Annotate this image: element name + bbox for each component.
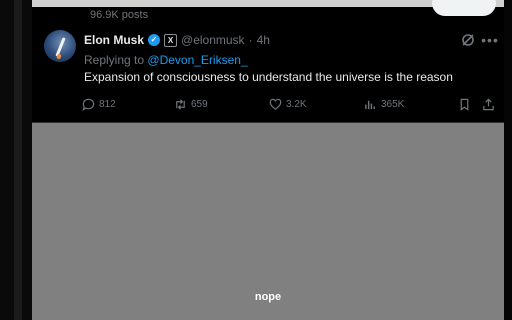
reply-icon: [82, 98, 95, 111]
author-handle[interactable]: @elonmusk: [181, 33, 245, 47]
grok-icon-glyph: [462, 34, 474, 46]
reply-mention-link[interactable]: @Devon_Eriksen_: [147, 53, 247, 67]
heart-icon: [269, 98, 282, 110]
replying-prefix: Replying to: [84, 53, 145, 67]
posts-count: 96.9K posts: [90, 9, 149, 21]
timeline-panel: 96.9K posts Elon Musk ✓ X @elonmusk · 4h…: [32, 0, 504, 320]
grok-icon[interactable]: [458, 30, 478, 50]
share-icon: [483, 98, 494, 110]
overlay-label: nope: [254, 291, 282, 303]
repost-button[interactable]: 659: [174, 96, 208, 112]
views-icon: [365, 100, 375, 109]
repost-icon: [176, 98, 185, 110]
bookmark-icon: [460, 98, 469, 111]
repost-count: 659: [191, 98, 208, 110]
view-count: 365K: [381, 98, 405, 110]
tweet-actions: 812 659 3.2K 365K: [82, 96, 502, 112]
reply-count: 812: [99, 98, 116, 110]
rocket-flame: [56, 53, 62, 60]
tweet-text: Expansion of consciousness to understand…: [84, 70, 453, 84]
header-separator: ·: [248, 33, 253, 47]
right-edge: [504, 0, 512, 320]
post-time[interactable]: 4h: [257, 33, 270, 47]
author-name[interactable]: Elon Musk: [84, 33, 144, 47]
content-overlay: nope: [32, 123, 504, 320]
left-edge-bar: [14, 0, 22, 320]
like-count: 3.2K: [286, 98, 307, 110]
left-edge: [0, 0, 32, 320]
tweet-header: Elon Musk ✓ X @elonmusk · 4h: [84, 32, 270, 48]
tweet[interactable]: Elon Musk ✓ X @elonmusk · 4h ••• Replyin…: [32, 24, 504, 123]
follow-button[interactable]: [432, 0, 496, 16]
verified-badge-icon: ✓: [148, 34, 161, 46]
share-button[interactable]: [482, 96, 495, 112]
like-button[interactable]: 3.2K: [269, 96, 307, 112]
previous-post-strip: 96.9K posts: [32, 0, 504, 24]
views-button[interactable]: 365K: [364, 96, 404, 112]
avatar[interactable]: [44, 30, 76, 62]
more-icon[interactable]: •••: [480, 30, 500, 50]
affiliation-badge[interactable]: X: [164, 33, 178, 47]
reply-button[interactable]: 812: [82, 96, 116, 112]
bookmark-button[interactable]: [458, 96, 471, 112]
replying-to: Replying to @Devon_Eriksen_: [84, 53, 248, 67]
